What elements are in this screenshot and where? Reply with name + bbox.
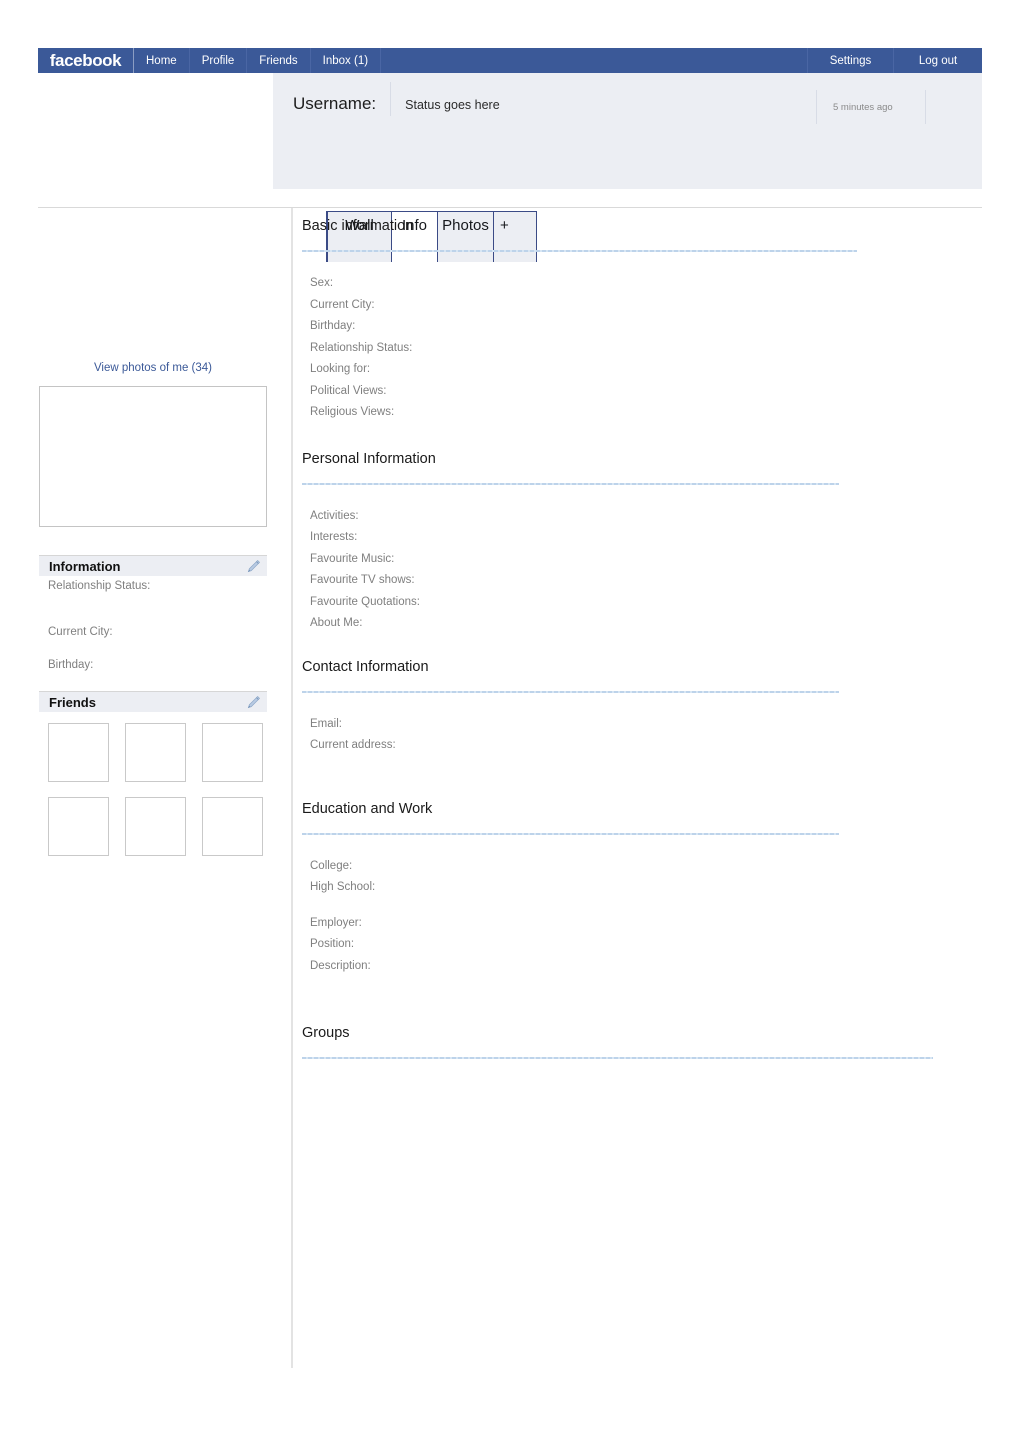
information-panel-header: Information (39, 555, 267, 576)
friends-thumbnail-grid (48, 723, 268, 856)
field-about-me: About Me: (310, 617, 363, 629)
field-list-basic-information: Sex: Current City: Birthday: Relationshi… (302, 273, 962, 424)
section-title-groups: Groups (302, 1025, 350, 1041)
nav-link-home[interactable]: Home (134, 48, 190, 73)
status-divider (390, 82, 392, 116)
pencil-icon[interactable] (246, 695, 261, 710)
top-navigation-bar: facebook Home Profile Friends Inbox (1) … (38, 48, 982, 73)
profile-header-band: Username: Status goes here 5 minutes ago… (38, 73, 982, 262)
field-relationship-status: Relationship Status: (310, 341, 413, 354)
profile-header-left-blank (38, 73, 273, 189)
section-title-contact-information: Contact Information (302, 658, 429, 675)
field-looking-for: Looking for: (310, 363, 371, 375)
nav-spacer (381, 48, 808, 73)
sidebar-field-current-city: Current City: (48, 626, 113, 638)
field-birthday: Birthday: (310, 320, 356, 332)
field-position: Position: (310, 938, 355, 950)
profile-photo-placeholder[interactable] (39, 386, 267, 527)
section-education-and-work: Education and Work College: High School:… (302, 801, 962, 978)
nav-link-friends[interactable]: Friends (247, 48, 311, 73)
field-activities: Activities: (310, 509, 359, 522)
field-sex: Sex: (310, 277, 334, 289)
field-current-city: Current City: (310, 298, 375, 311)
section-basic-information: Basic information Sex: Current City: Bir… (302, 218, 962, 424)
sidebar-field-relationship-status: Relationship Status: (48, 580, 151, 592)
section-groups: Groups (302, 1025, 962, 1059)
nav-link-profile[interactable]: Profile (190, 48, 248, 73)
field-college: College: (310, 859, 353, 872)
field-religious-views: Religious Views: (310, 406, 395, 418)
friend-thumbnail[interactable] (125, 797, 186, 856)
nav-link-settings[interactable]: Settings (808, 48, 894, 73)
content-column-divider (291, 208, 293, 1368)
status-time-divider-left (816, 90, 817, 124)
friends-panel-header: Friends (39, 691, 267, 712)
status-time-divider-right (925, 90, 926, 124)
friends-panel-title: Friends (49, 694, 96, 710)
field-interests: Interests: (310, 531, 358, 543)
section-divider (302, 1057, 933, 1059)
section-title-education-and-work: Education and Work (302, 800, 433, 817)
field-list-personal-information: Activities: Interests: Favourite Music: … (302, 506, 962, 635)
pencil-icon[interactable] (246, 559, 261, 574)
field-current-address: Current address: (310, 739, 396, 751)
content-top-divider (38, 207, 982, 208)
friend-thumbnail[interactable] (125, 723, 186, 782)
field-spacer (302, 899, 962, 913)
field-employer: Employer: (310, 916, 362, 929)
field-favourite-tv-shows: Favourite TV shows: (310, 574, 415, 586)
nav-link-logout[interactable]: Log out (894, 48, 982, 73)
nav-link-inbox[interactable]: Inbox (1) (311, 48, 382, 73)
field-description: Description: (310, 959, 371, 972)
facebook-logo[interactable]: facebook (38, 48, 134, 73)
status-timestamp: 5 minutes ago (833, 102, 893, 113)
section-title-personal-information: Personal Information (302, 450, 436, 467)
section-personal-information: Personal Information Activities: Interes… (302, 451, 962, 635)
section-contact-information: Contact Information Email: Current addre… (302, 659, 962, 757)
field-favourite-quotations: Favourite Quotations: (310, 595, 420, 608)
friend-thumbnail[interactable] (202, 723, 263, 782)
profile-info-main-column: Basic information Sex: Current City: Bir… (302, 218, 962, 1059)
profile-status-row: Username: Status goes here 5 minutes ago (293, 82, 926, 134)
profile-status-text: Status goes here (405, 98, 500, 112)
field-email: Email: (310, 717, 342, 730)
friend-thumbnail[interactable] (48, 797, 109, 856)
field-list-education-and-work: College: High School: Employer: Position… (302, 856, 962, 978)
friend-thumbnail[interactable] (48, 723, 109, 782)
sidebar-field-birthday: Birthday: (48, 659, 94, 671)
field-list-contact-information: Email: Current address: (302, 714, 962, 757)
field-favourite-music: Favourite Music: (310, 552, 395, 565)
friend-thumbnail[interactable] (202, 797, 263, 856)
profile-username: Username: (293, 94, 377, 113)
information-panel-title: Information (49, 558, 121, 574)
view-photos-link[interactable]: View photos of me (34) (38, 362, 268, 374)
section-title-basic-information: Basic information (302, 218, 414, 234)
field-political-views: Political Views: (310, 384, 387, 397)
field-high-school: High School: (310, 881, 376, 893)
